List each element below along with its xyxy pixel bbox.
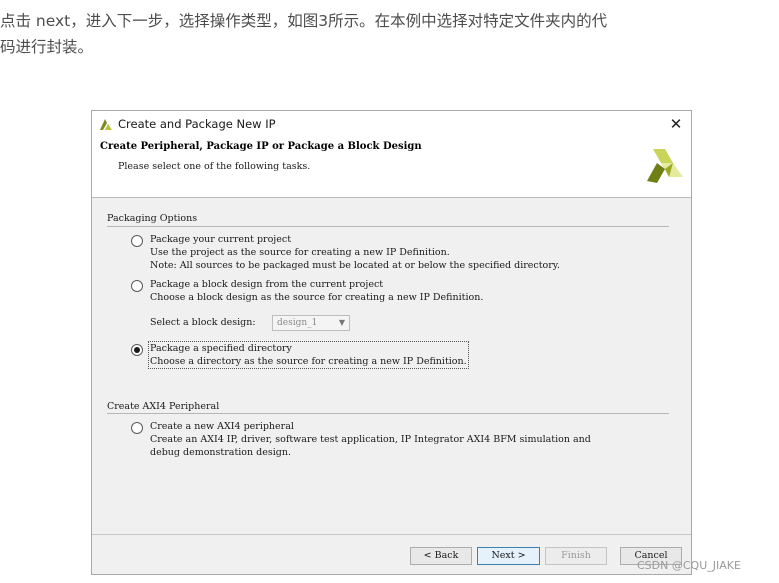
option-note: Note: All sources to be packaged must be… (150, 260, 560, 271)
wizard-header-title: Create Peripheral, Package IP or Package… (100, 141, 422, 152)
create-axi4-peripheral-label: Create AXI4 Peripheral (107, 401, 220, 412)
option-description: Choose a directory as the source for cre… (150, 356, 467, 367)
next-button[interactable]: Next > (477, 547, 540, 565)
back-button[interactable]: < Back (410, 547, 472, 565)
close-icon: ✕ (669, 115, 683, 133)
xilinx-logo-icon (647, 149, 683, 183)
option-description: Choose a block design as the source for … (150, 292, 484, 303)
option-title: Create a new AXI4 peripheral (150, 421, 294, 432)
vivado-app-icon (100, 119, 112, 130)
axi4-section-divider (107, 413, 669, 414)
packaging-options-divider (107, 226, 669, 227)
article-text: 点击 next，进入下一步，选择操作类型，如图3所示。在本例中选择对特定文件夹内… (0, 8, 779, 60)
article-line-2: 码进行封装。 (0, 38, 94, 56)
close-button[interactable]: ✕ (665, 113, 687, 135)
option-create-axi4-peripheral: Create a new AXI4 peripheral Create an A… (150, 420, 591, 459)
dialog-titlebar: Create and Package New IP ✕ (92, 111, 691, 138)
wizard-header-subtitle: Please select one of the following tasks… (118, 161, 311, 172)
option-package-block-design: Package a block design from the current … (150, 278, 483, 304)
option-focus-box: Package a specified directory Choose a d… (148, 341, 469, 369)
option-description: Use the project as the source for creati… (150, 247, 450, 258)
radio-package-block-design[interactable] (131, 280, 143, 292)
finish-button[interactable]: Finish (545, 547, 607, 565)
radio-create-axi4-peripheral[interactable] (131, 422, 143, 434)
dialog-title: Create and Package New IP (118, 117, 276, 131)
radio-package-specified-directory[interactable] (131, 344, 143, 356)
option-title: Package a block design from the current … (150, 279, 384, 290)
option-package-specified-directory: Package a specified directory Choose a d… (148, 341, 469, 369)
select-block-design-label: Select a block design: (150, 317, 256, 328)
option-package-current-project: Package your current project Use the pro… (150, 233, 560, 272)
packaging-options-label: Packaging Options (107, 213, 198, 224)
article-line-1: 点击 next，进入下一步，选择操作类型，如图3所示。在本例中选择对特定文件夹内… (0, 12, 608, 30)
csdn-watermark: CSDN @CQU_JIAKE (637, 559, 741, 572)
create-package-ip-dialog: Create and Package New IP ✕ Create Perip… (91, 110, 692, 575)
block-design-select[interactable]: design_1 ▼ (272, 315, 350, 331)
footer-divider (92, 534, 691, 535)
radio-package-current-project[interactable] (131, 235, 143, 247)
block-design-select-value: design_1 (277, 318, 318, 328)
option-description-cont: debug demonstration design. (150, 447, 292, 458)
option-title: Package a specified directory (150, 343, 292, 354)
option-title: Package your current project (150, 234, 292, 245)
wizard-header: Create Peripheral, Package IP or Package… (92, 138, 691, 198)
option-description: Create an AXI4 IP, driver, software test… (150, 434, 591, 445)
chevron-down-icon: ▼ (338, 318, 345, 327)
